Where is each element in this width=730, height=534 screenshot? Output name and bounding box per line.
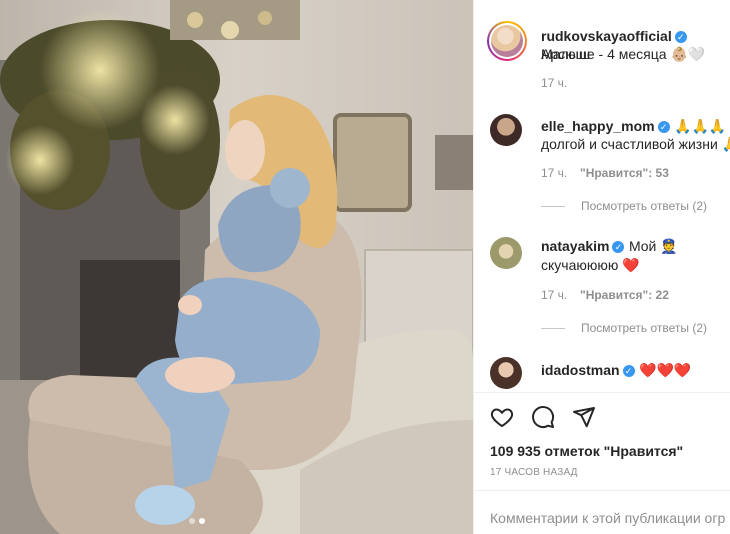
- comment-text-2: долгой и счастливой жизни 🙏: [541, 136, 730, 152]
- comment-line-1: idadostman ✓ ❤️❤️❤️: [541, 362, 691, 380]
- comment-username[interactable]: natayakim: [541, 238, 609, 254]
- replies-line: [541, 205, 565, 207]
- comment-text-1: Мой 👮: [628, 238, 678, 254]
- comment-text-2: скучаюююю ❤️: [541, 257, 640, 273]
- paper-plane-icon: [573, 407, 595, 428]
- comment-avatar[interactable]: [490, 237, 522, 269]
- author-avatar[interactable]: [487, 21, 527, 61]
- view-replies-label: Посмотреть ответы (2): [581, 321, 708, 335]
- comment-avatar[interactable]: [490, 357, 522, 389]
- author-username[interactable]: rudkovskaya​official: [541, 28, 672, 44]
- likes-count[interactable]: 109 935 отметок "Нравится": [490, 443, 683, 459]
- post-side-panel: rudkovskaya​official ✓ Малыш Арсюше - 4 м…: [473, 0, 730, 534]
- post-photo[interactable]: [0, 0, 473, 534]
- speech-bubble-icon: [532, 406, 555, 429]
- replies-line: [541, 327, 565, 329]
- caption-text-2: Арсюше - 4 месяца 👶🏼🤍: [541, 46, 706, 62]
- comment-avatar[interactable]: [490, 114, 522, 146]
- share-button[interactable]: [572, 405, 596, 434]
- carousel-dot[interactable]: [189, 518, 195, 524]
- comment-text-1: 🙏🙏🙏: [674, 118, 727, 134]
- view-replies-label: Посмотреть ответы (2): [581, 199, 708, 213]
- comment-username[interactable]: idadostman: [541, 362, 620, 378]
- divider: [474, 490, 730, 491]
- verified-badge-icon: ✓: [674, 31, 687, 43]
- comment-button[interactable]: [531, 405, 555, 434]
- comment-time[interactable]: 17 ч.: [541, 288, 567, 302]
- view-replies-button[interactable]: Посмотреть ответы (2): [541, 321, 707, 335]
- post-date[interactable]: 17 ЧАСОВ НАЗАД: [490, 467, 578, 478]
- view-replies-button[interactable]: Посмотреть ответы (2): [541, 199, 707, 213]
- comment-likes[interactable]: "Нравится": 53: [580, 166, 669, 180]
- comment-likes[interactable]: "Нравится": 22: [580, 288, 669, 302]
- comment-input[interactable]: Комментарии к этой публикации огр: [490, 510, 730, 526]
- comment-username[interactable]: elle_happy_mom: [541, 118, 655, 134]
- verified-badge-icon: ✓: [657, 121, 670, 133]
- comment-line-1: elle_happy_mom ✓ 🙏🙏🙏: [541, 118, 726, 136]
- heart-outline-icon: [490, 408, 514, 428]
- carousel-dots: [189, 518, 205, 524]
- comment-text-1: ❤️❤️❤️: [639, 362, 692, 378]
- avatar-image: [491, 25, 523, 57]
- comment-time[interactable]: 17 ч.: [541, 166, 567, 180]
- verified-badge-icon: ✓: [612, 241, 625, 253]
- comment-line-1: natayakim ✓ Мой 👮: [541, 238, 678, 256]
- carousel-dot-active[interactable]: [199, 518, 205, 524]
- divider: [474, 392, 730, 393]
- like-button[interactable]: [490, 405, 514, 434]
- caption-time[interactable]: 17 ч.: [541, 76, 567, 90]
- photo-illustration: [0, 0, 473, 534]
- verified-badge-icon: ✓: [622, 365, 635, 377]
- comment-input-placeholder: Комментарии к этой публикации огр: [490, 510, 726, 526]
